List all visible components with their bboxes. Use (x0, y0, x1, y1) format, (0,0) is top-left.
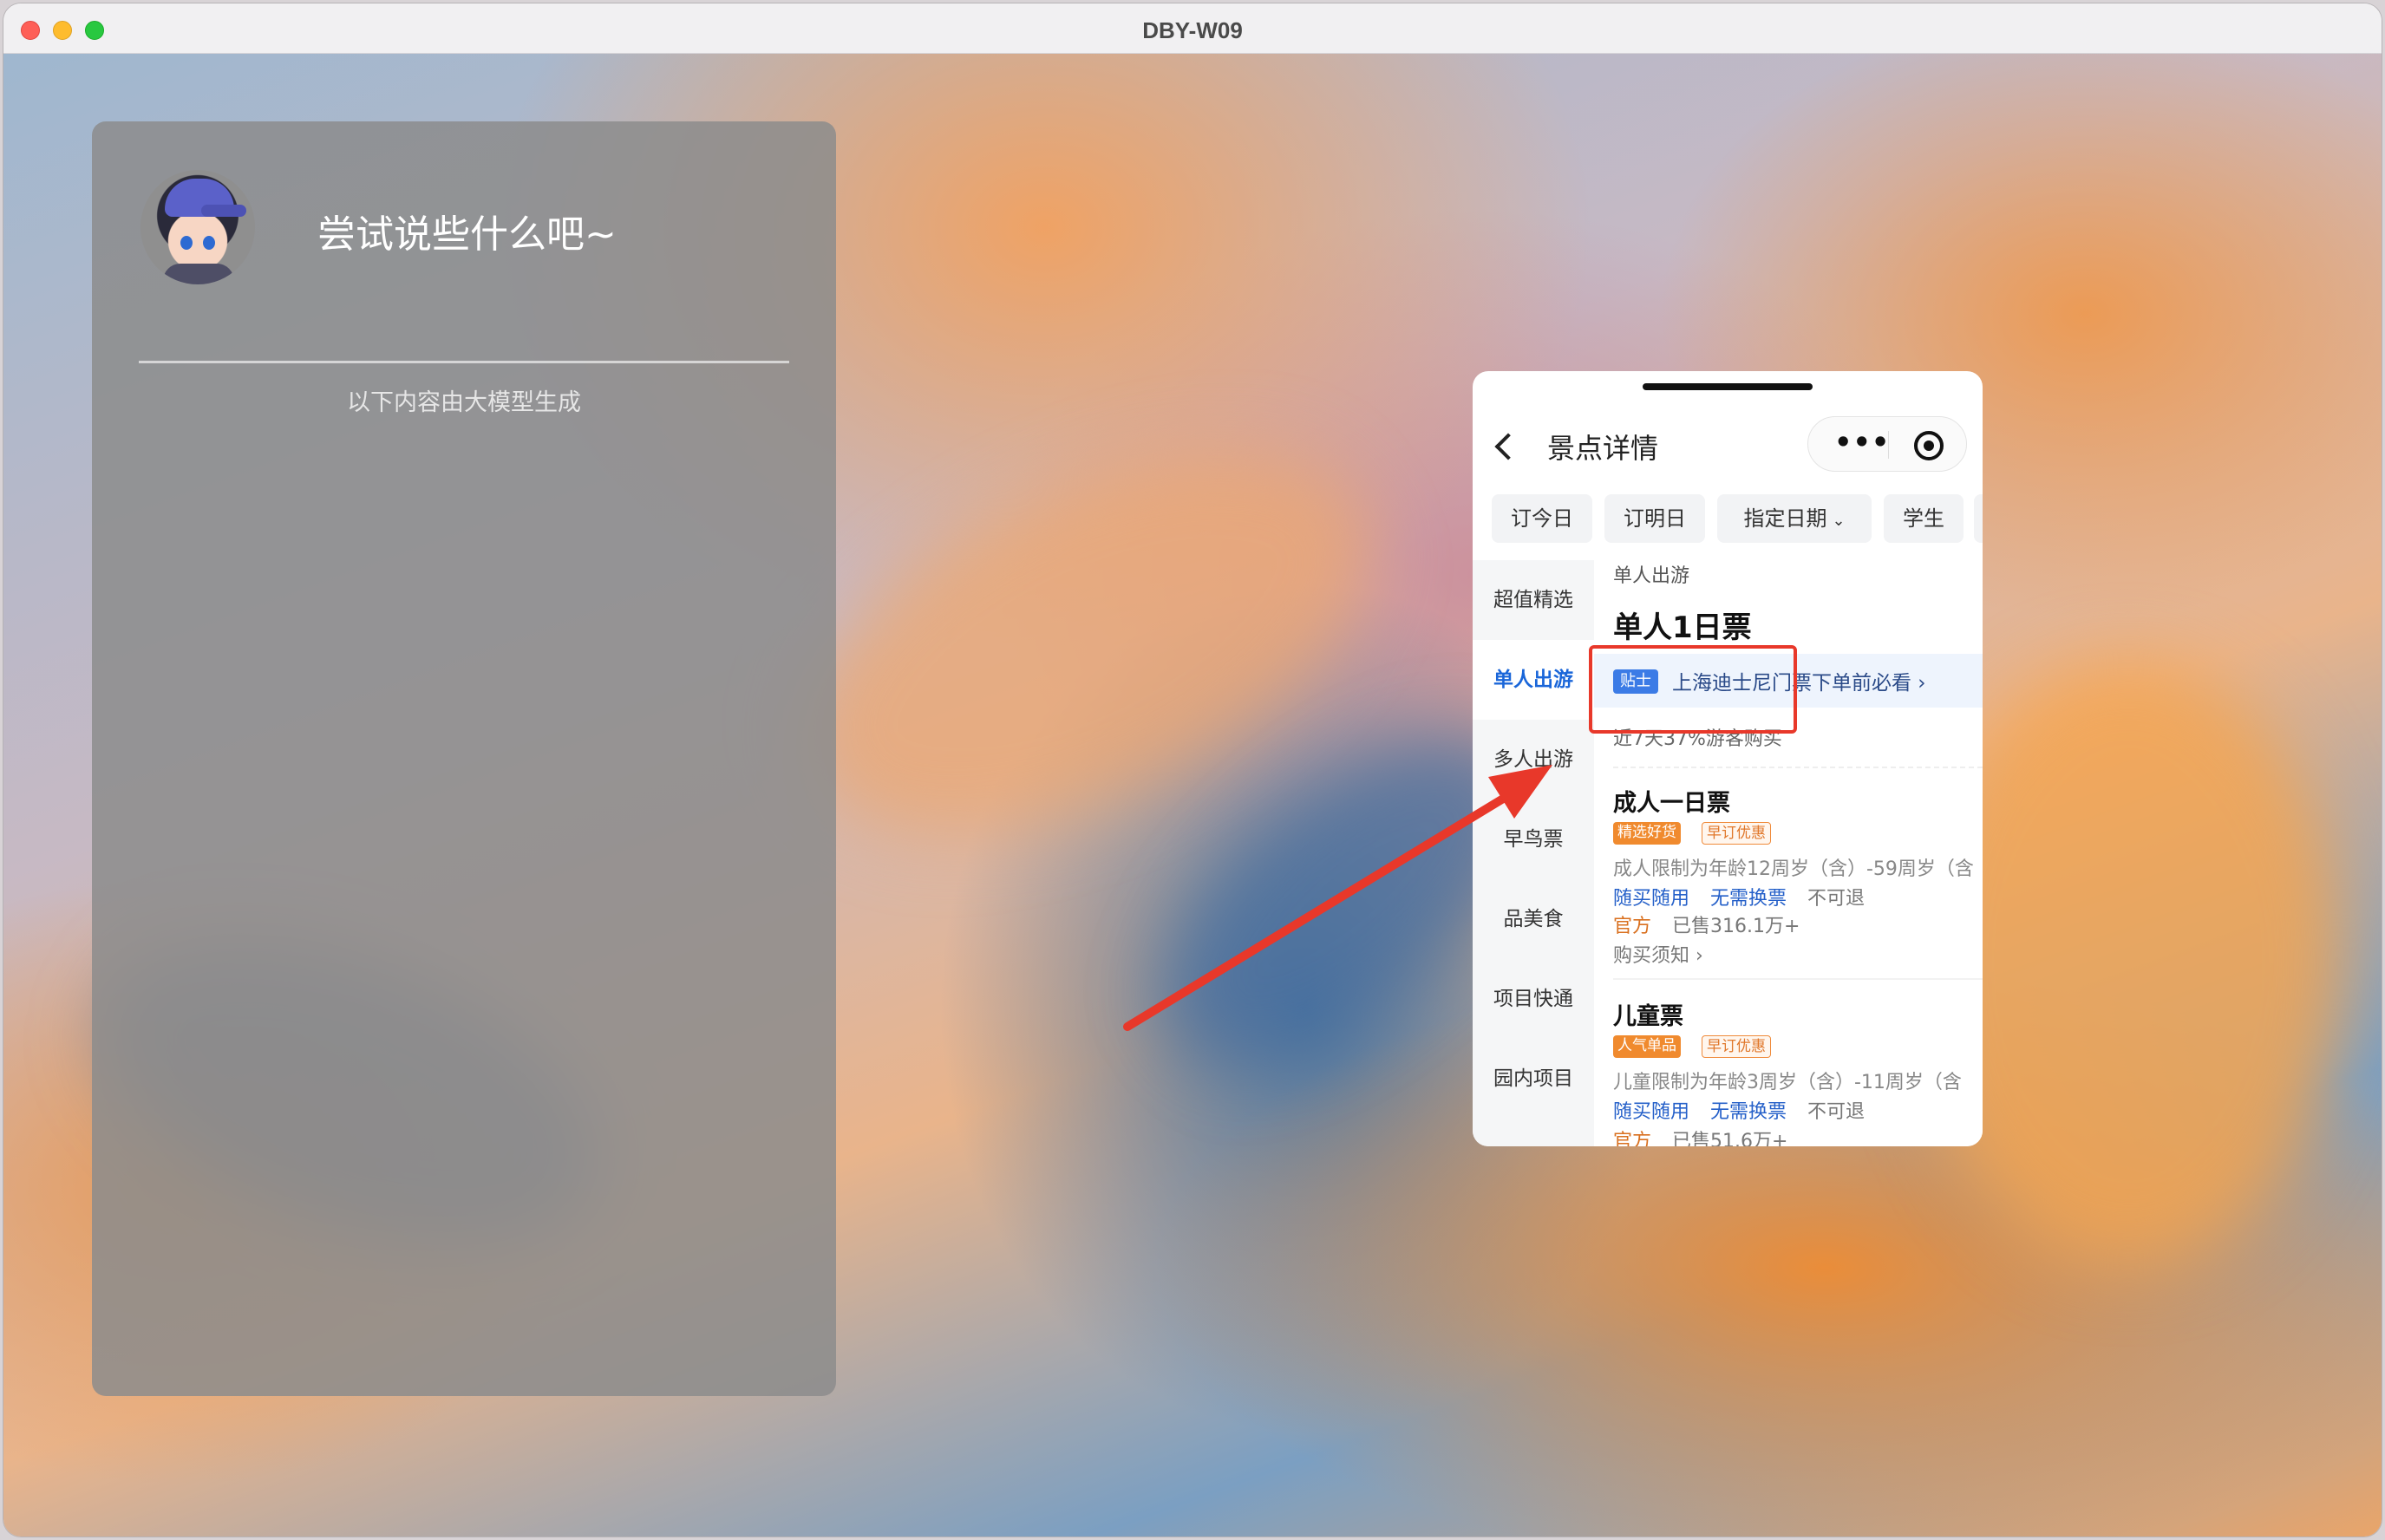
annotation-arrow-icon (1123, 765, 1552, 1031)
